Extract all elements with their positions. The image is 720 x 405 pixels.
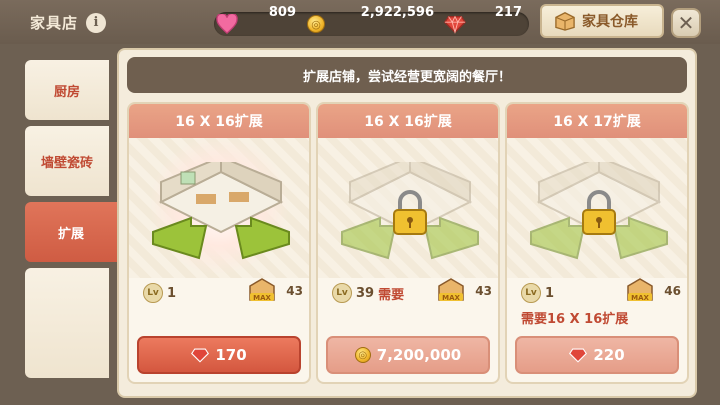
level-note: 需要 — [378, 287, 405, 303]
room-preview — [129, 138, 309, 278]
sidebar-item-wall-tiles[interactable]: 墙壁瓷砖 — [25, 126, 109, 196]
buy-button[interactable]: ◎ 7,200,000 — [326, 336, 490, 374]
page-title: 家具店 — [30, 14, 79, 32]
max-shop-icon: MAX — [438, 278, 464, 302]
room-preview — [318, 138, 498, 278]
level-icon: Lv — [332, 283, 352, 303]
price-value: 7,200,000 — [376, 346, 462, 364]
requirement-row: Lv 39 需要 MAX 43 — [332, 278, 492, 306]
extra-requirement: 需要16 X 16扩展 — [521, 312, 629, 327]
svg-text:MAX: MAX — [631, 294, 649, 302]
max-count: 43 — [286, 284, 303, 298]
lock-icon — [582, 190, 616, 235]
card-title: 16 X 17扩展 — [507, 104, 687, 138]
furniture-warehouse-button[interactable]: 家具仓库 — [540, 4, 664, 38]
max-count: 46 — [664, 284, 681, 298]
level-value: 1 — [545, 285, 555, 301]
gem-icon — [569, 348, 588, 363]
hearts-counter: 809 — [246, 0, 296, 24]
svg-text:MAX: MAX — [442, 294, 460, 302]
expansion-card[interactable]: 16 X 16扩展 Lv 1 MAX 43 170 — [127, 102, 311, 384]
lock-icon — [393, 190, 427, 235]
room-preview — [507, 138, 687, 278]
card-title: 16 X 16扩展 — [129, 104, 309, 138]
info-icon[interactable]: i — [86, 12, 107, 33]
banner-text: 扩展店铺，尝试经营更宽阔的餐厅！ — [302, 69, 511, 85]
warehouse-label: 家具仓库 — [582, 14, 638, 30]
level-value: 39 — [356, 285, 375, 301]
close-button[interactable]: ✕ — [671, 8, 701, 38]
sidebar-item-label: 墙壁瓷砖 — [40, 155, 93, 171]
app-frame: 家具店 i 809 ◎ 2,922,596 217 家具仓库 ✕ 厨房 墙壁瓷砖… — [0, 0, 720, 405]
sidebar-item-label: 扩展 — [57, 226, 84, 242]
level-icon: Lv — [521, 283, 541, 303]
gems-value: 217 — [494, 4, 522, 20]
room-icon — [152, 162, 290, 260]
card-title: 16 X 16扩展 — [318, 104, 498, 138]
buy-button[interactable]: 220 — [515, 336, 679, 374]
sidebar-empty-slot — [25, 268, 109, 378]
price-value: 170 — [215, 346, 247, 364]
info-banner: 扩展店铺，尝试经营更宽阔的餐厅！ — [127, 57, 687, 93]
expansion-card[interactable]: 16 X 16扩展 Lv 39 需要 MAX 43 ◎ 7,200,000 — [316, 102, 500, 384]
expansion-card[interactable]: 16 X 17扩展 Lv 1 MAX 46 需要16 X 16扩展 220 — [505, 102, 689, 384]
gems-counter: 217 — [470, 0, 522, 24]
price-value: 220 — [593, 346, 625, 364]
coins-counter: 2,922,596 — [330, 0, 434, 24]
max-shop-icon: MAX — [627, 278, 653, 302]
expansion-panel: 扩展店铺，尝试经营更宽阔的餐厅！ 16 X 16扩展 Lv 1 MAX 43 1… — [117, 48, 697, 398]
title-group: 家具店 i — [30, 12, 107, 33]
sidebar-item-expansion[interactable]: 扩展 — [25, 202, 127, 262]
box-icon — [555, 12, 575, 31]
requirement-row: Lv 1 MAX 46 — [521, 278, 681, 306]
max-count: 43 — [475, 284, 492, 298]
requirement-row: Lv 1 MAX 43 — [143, 278, 303, 306]
level-value: 1 — [167, 285, 177, 301]
hearts-value: 809 — [268, 4, 296, 20]
close-icon: ✕ — [677, 11, 695, 35]
heart-icon — [216, 14, 238, 34]
top-bar: 家具店 i 809 ◎ 2,922,596 217 家具仓库 ✕ — [0, 0, 720, 44]
svg-text:MAX: MAX — [253, 294, 271, 302]
gem-icon — [191, 348, 210, 363]
coin-icon: ◎ — [307, 15, 325, 33]
sidebar-item-label: 厨房 — [53, 84, 80, 100]
coins-value: 2,922,596 — [360, 4, 434, 20]
category-sidebar: 厨房 墙壁瓷砖 扩展 — [25, 60, 127, 384]
buy-button[interactable]: 170 — [137, 336, 301, 374]
max-shop-icon: MAX — [249, 278, 275, 302]
gem-icon — [444, 15, 466, 34]
level-icon: Lv — [143, 283, 163, 303]
coin-icon: ◎ — [354, 347, 371, 363]
sidebar-item-kitchen[interactable]: 厨房 — [25, 60, 109, 120]
